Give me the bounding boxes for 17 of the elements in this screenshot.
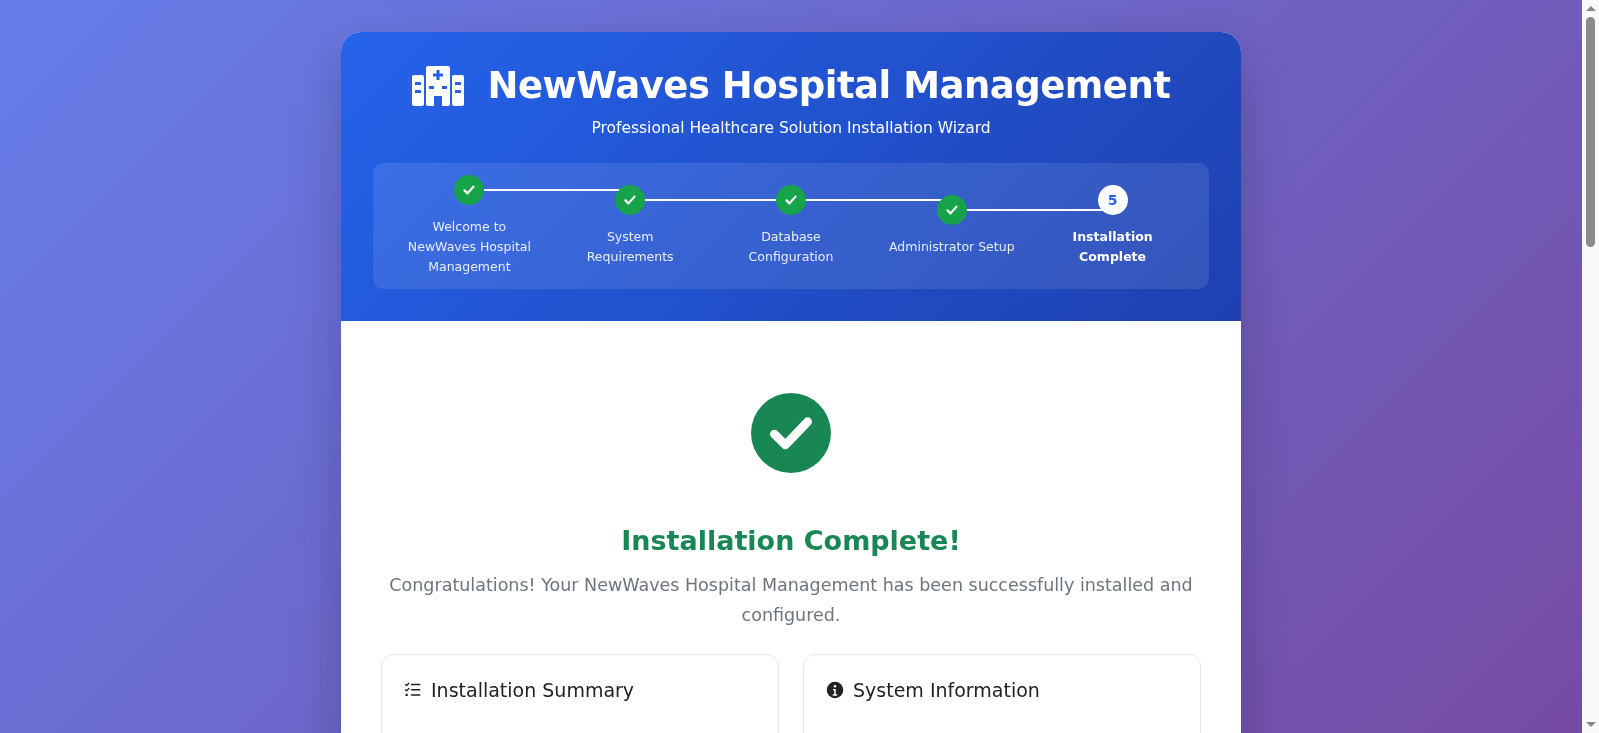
card-title: Installation Summary: [431, 679, 635, 701]
step-indicator: 5: [1097, 185, 1128, 215]
checklist-icon: [404, 681, 422, 699]
step-label: Installation Complete: [1071, 228, 1154, 266]
card-title: System Information: [853, 679, 1040, 701]
subtitle: Professional Healthcare Solution Installation Wizard: [590, 119, 992, 137]
info-icon: [826, 681, 844, 699]
hospital-icon: [411, 65, 464, 106]
app-title: NewWaves Hospital Management: [487, 64, 1171, 107]
success-title: Installation Complete!: [621, 525, 961, 556]
success-check-icon: [751, 393, 831, 473]
step-label: Welcome to NewWaves Hospital Management: [406, 218, 532, 276]
step-label: Database Configuration: [747, 228, 835, 266]
step-label: Administrator Setup: [888, 238, 1016, 256]
step-label: System Requirements: [585, 228, 675, 266]
scrollbar[interactable]: [1582, 0, 1599, 733]
success-message: Congratulations! Your NewWaves Hospital Management has been successfully installed and configured.: [388, 574, 1194, 627]
